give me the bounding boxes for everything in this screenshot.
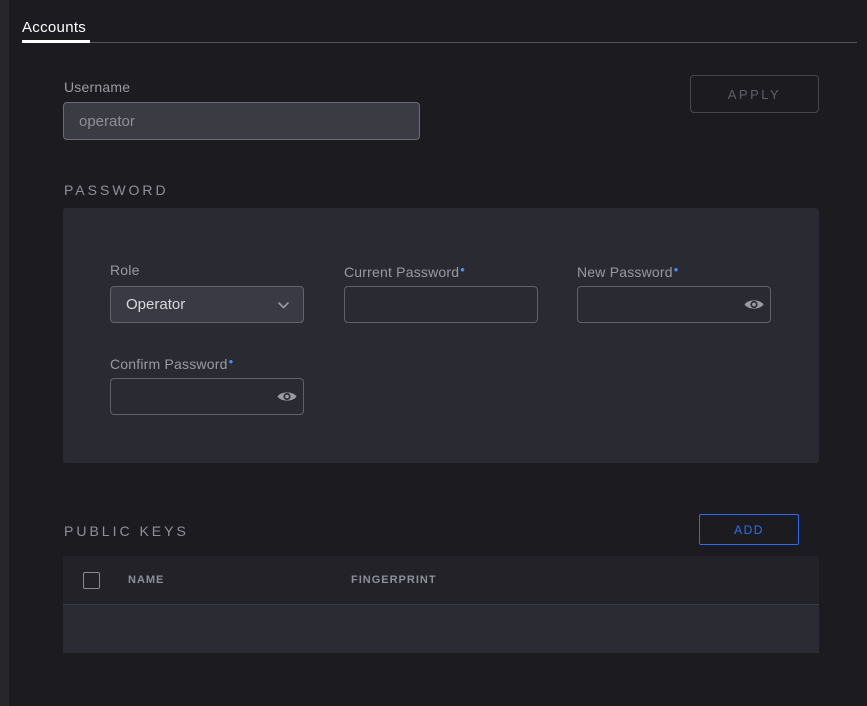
username-label: Username <box>64 79 130 95</box>
required-marker: • <box>460 262 465 277</box>
confirm-password-input[interactable] <box>110 378 304 415</box>
column-header-fingerprint: FINGERPRINT <box>351 574 437 586</box>
public-keys-empty-row <box>63 605 819 653</box>
required-marker: • <box>229 354 234 369</box>
role-select[interactable]: Operator <box>110 286 304 323</box>
tabbar-divider <box>22 42 857 43</box>
eye-icon[interactable] <box>276 389 298 404</box>
password-panel: Role Operator Current Password• New Pass… <box>63 208 819 463</box>
required-marker: • <box>674 262 679 277</box>
accounts-settings-page: Accounts Username APPLY PASSWORD Role Op… <box>0 0 867 706</box>
left-edge-strip <box>0 0 9 706</box>
public-keys-section-heading: PUBLIC KEYS <box>64 523 189 539</box>
column-header-name: NAME <box>128 574 164 586</box>
current-password-input[interactable] <box>344 286 538 323</box>
role-selected-value: Operator <box>126 296 185 313</box>
public-keys-table: NAME FINGERPRINT <box>63 556 819 653</box>
role-label: Role <box>110 262 140 278</box>
username-input[interactable] <box>63 102 420 140</box>
chevron-down-icon <box>277 299 290 316</box>
select-all-checkbox[interactable] <box>83 572 100 589</box>
password-section-heading: PASSWORD <box>64 182 169 198</box>
public-keys-table-header: NAME FINGERPRINT <box>63 556 819 605</box>
eye-icon[interactable] <box>743 297 765 312</box>
new-password-label: New Password• <box>577 262 679 280</box>
apply-button[interactable]: APPLY <box>690 75 819 113</box>
add-public-key-button[interactable]: ADD <box>699 514 799 545</box>
current-password-label: Current Password• <box>344 262 465 280</box>
tab-accounts[interactable]: Accounts <box>22 19 86 36</box>
confirm-password-label: Confirm Password• <box>110 354 233 372</box>
active-tab-underline <box>22 40 90 43</box>
new-password-input[interactable] <box>577 286 771 323</box>
